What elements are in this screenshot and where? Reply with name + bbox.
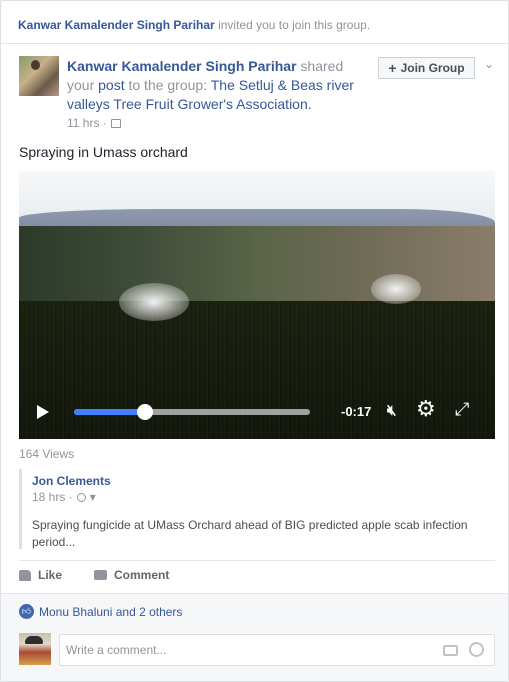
like-reaction-icon: 👍︎: [19, 604, 34, 619]
post-text: Spraying in Umass orchard: [19, 144, 188, 160]
like-button[interactable]: Like: [19, 568, 62, 582]
shared-post-attachment[interactable]: Jon Clements 18 hrs · ▾ Spraying fungici…: [19, 469, 489, 549]
video-frame-trees: [19, 226, 495, 306]
spray-mist: [119, 283, 189, 321]
gear-icon[interactable]: ⚙︎: [416, 398, 436, 420]
view-count: 164 Views: [19, 447, 75, 461]
post-header: Kanwar Kamalender Singh Parihar shared y…: [67, 57, 367, 114]
shared-time[interactable]: 18 hrs ·: [32, 490, 73, 504]
comment-input[interactable]: Write a comment...: [59, 634, 495, 666]
chevron-down-icon[interactable]: ⌄: [484, 57, 494, 71]
shared-word: shared: [296, 58, 344, 74]
video-progress-fill: [74, 409, 145, 415]
shared-author-name[interactable]: Jon Clements: [32, 474, 111, 488]
comment-icon: [94, 570, 108, 580]
join-group-label: Join Group: [400, 61, 465, 75]
author-name[interactable]: Kanwar Kamalender Singh Parihar: [67, 58, 297, 74]
video-time-remaining: -0:17: [341, 404, 372, 419]
video-player[interactable]: -0:17 🔇︎ ⚙︎ ⤢: [19, 171, 495, 439]
to-group-text: to the group:: [124, 77, 211, 93]
comment-button[interactable]: Comment: [94, 568, 169, 582]
likes-summary[interactable]: 👍︎ Monu Bhaluni and 2 others: [19, 604, 182, 619]
spray-mist: [371, 274, 421, 304]
mute-icon[interactable]: 🔇︎: [387, 402, 396, 419]
fullscreen-icon[interactable]: ⤢: [455, 399, 469, 420]
current-user-avatar: [19, 633, 51, 665]
emoji-icon[interactable]: [469, 642, 484, 657]
your-word: your: [67, 77, 99, 93]
feed-card: Kanwar Kamalender Singh Parihar invited …: [0, 0, 509, 682]
post-link[interactable]: post: [98, 77, 124, 93]
camera-icon[interactable]: [443, 645, 458, 656]
post-meta: 11 hrs ·: [67, 116, 121, 130]
comment-section: 👍︎ Monu Bhaluni and 2 others Write a com…: [1, 593, 508, 681]
divider: [19, 560, 495, 561]
like-label: Like: [38, 568, 63, 582]
action-bar: Like Comment: [19, 568, 169, 582]
post-time[interactable]: 11 hrs ·: [67, 116, 107, 130]
shared-meta: 18 hrs · ▾: [32, 490, 96, 504]
shared-text: Spraying fungicide at UMass Orchard ahea…: [32, 518, 468, 549]
likes-summary-text[interactable]: Monu Bhaluni and 2 others: [39, 605, 182, 619]
comment-label: Comment: [114, 568, 170, 582]
join-group-button[interactable]: + Join Group: [378, 57, 475, 79]
audience-chevron-icon[interactable]: ▾: [90, 490, 96, 504]
invite-banner: Kanwar Kamalender Singh Parihar invited …: [1, 1, 508, 44]
inviter-name[interactable]: Kanwar Kamalender Singh Parihar: [18, 18, 215, 32]
group-privacy-icon: [110, 118, 121, 128]
video-progress-bar[interactable]: [74, 404, 310, 420]
author-avatar[interactable]: [19, 56, 59, 96]
video-controls: -0:17 🔇︎ ⚙︎ ⤢: [19, 397, 495, 427]
play-icon[interactable]: [37, 405, 49, 419]
globe-icon: [76, 492, 86, 502]
thumbs-up-icon: [19, 569, 31, 581]
video-scrubber-knob[interactable]: [136, 404, 153, 420]
invite-text: invited you to join this group.: [214, 18, 371, 32]
plus-icon: +: [388, 60, 397, 76]
